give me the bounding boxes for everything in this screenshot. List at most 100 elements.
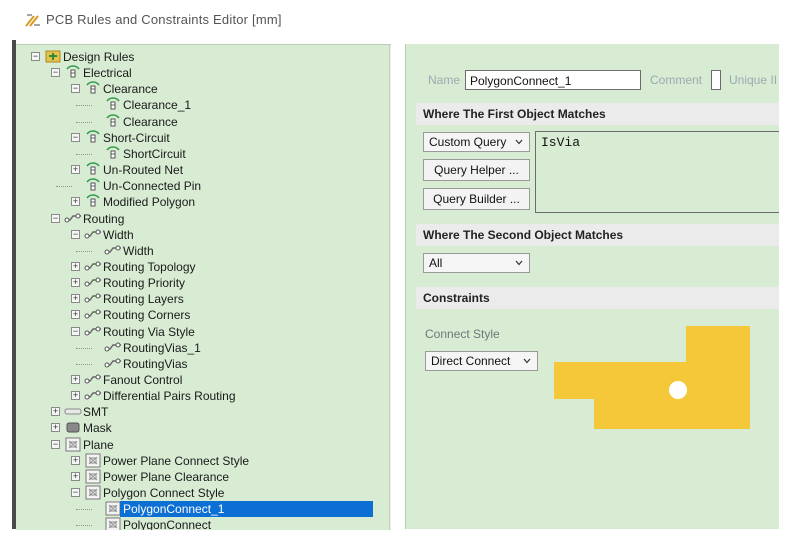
expand-icon[interactable]: + — [71, 294, 80, 304]
tree-item[interactable]: + Differential Pairs Routing — [16, 388, 373, 404]
tree-item[interactable]: Un-Connected Pin — [16, 178, 373, 194]
routing-icon — [84, 277, 101, 287]
expand-icon[interactable]: + — [71, 197, 80, 207]
rule-icon — [86, 194, 100, 207]
rule-icon — [86, 81, 100, 94]
tree-item-label: Un-Connected Pin — [103, 179, 202, 194]
expand-icon[interactable]: + — [71, 375, 80, 384]
expand-icon[interactable]: + — [71, 310, 80, 320]
tree-item[interactable]: − Short-Circuit — [16, 129, 373, 146]
second-object-combo[interactable]: All — [423, 253, 530, 273]
tree-connector — [76, 509, 92, 511]
rule-icon — [86, 178, 100, 191]
tree-item-label: Differential Pairs Routing — [103, 389, 236, 404]
tree-item[interactable]: − Polygon Connect Style — [16, 485, 373, 501]
tree-item[interactable]: RoutingVias_1 — [16, 340, 373, 356]
tree-item-label: Routing Via Style — [103, 324, 195, 339]
connect-style-combo[interactable]: Direct Connect — [425, 351, 538, 371]
tree-item[interactable]: RoutingVias — [16, 356, 373, 372]
comment-input[interactable] — [711, 70, 721, 90]
tree-item[interactable]: + SMT — [16, 404, 373, 420]
tree-item[interactable]: − Electrical — [16, 65, 373, 81]
collapse-icon[interactable]: − — [71, 326, 80, 336]
tree-item[interactable]: + Routing Priority — [16, 275, 373, 291]
tree-item[interactable]: − Width — [16, 227, 373, 243]
tree-item[interactable]: − Routing — [16, 211, 373, 227]
routing-icon — [104, 342, 121, 352]
rule-icon — [106, 146, 120, 159]
name-label: Name — [428, 73, 461, 87]
collapse-icon[interactable]: − — [51, 68, 60, 78]
tree-connector — [76, 153, 92, 155]
second-object-header: Where The Second Object Matches — [416, 224, 779, 246]
panel-splitter[interactable] — [391, 44, 405, 529]
query-helper-button[interactable]: Query Helper ... — [423, 159, 530, 181]
tree-item[interactable]: Width — [16, 243, 373, 259]
tree-item[interactable]: + Routing Layers — [16, 291, 373, 307]
tree-item-label: Modified Polygon — [103, 195, 196, 210]
collapse-icon[interactable]: − — [71, 488, 80, 498]
tree-item[interactable]: Clearance — [16, 113, 373, 130]
tree-item[interactable]: − Clearance — [16, 81, 373, 97]
expand-icon[interactable]: + — [51, 423, 60, 433]
tree-connector — [76, 525, 92, 527]
comment-label: Comment — [650, 73, 703, 87]
collapse-icon[interactable]: − — [71, 132, 80, 142]
expand-icon[interactable]: + — [71, 455, 80, 465]
tree-item[interactable]: − Design Rules — [16, 49, 373, 65]
rule-icon — [106, 113, 120, 127]
tree-item[interactable]: Clearance_1 — [16, 97, 373, 113]
rule-name-input[interactable]: PolygonConnect_1 — [465, 70, 641, 90]
collapse-icon[interactable]: − — [51, 213, 60, 223]
tree-item[interactable]: + Fanout Control — [16, 372, 373, 388]
tree-item-label: Routing — [83, 211, 125, 226]
tree-item-label: Electrical — [83, 66, 132, 81]
tree-connector — [76, 363, 92, 365]
tree-item[interactable]: + Routing Topology — [16, 259, 373, 275]
rules-tree-panel[interactable]: − Design Rules − Electrical − Clearance Cleara… — [16, 44, 391, 530]
connect-style-label: Connect Style — [425, 327, 500, 341]
routing-icon — [84, 309, 101, 319]
query-builder-button[interactable]: Query Builder ... — [423, 188, 530, 210]
expand-icon[interactable]: + — [71, 391, 80, 401]
collapse-icon[interactable]: − — [31, 52, 40, 61]
tree-item[interactable]: + Routing Corners — [16, 307, 373, 323]
tree-item[interactable]: PolygonConnect_1 — [16, 501, 373, 518]
query-editor[interactable]: IsVia — [535, 131, 779, 213]
polygon-shape — [554, 326, 750, 429]
expand-icon[interactable]: + — [71, 278, 80, 288]
tree-item-label: Routing Topology — [103, 259, 196, 274]
routing-icon — [84, 326, 101, 336]
tree-item[interactable]: + Modified Polygon — [16, 194, 373, 210]
rule-icon — [106, 97, 120, 110]
first-object-combo[interactable]: Custom Query — [423, 132, 530, 152]
collapse-icon[interactable]: − — [71, 229, 80, 239]
tree-item[interactable]: + Un-Routed Net — [16, 162, 373, 178]
tree-item-label: Clearance_1 — [123, 98, 192, 113]
chevron-down-icon — [515, 260, 523, 266]
expand-icon[interactable]: + — [71, 471, 80, 481]
tree-item[interactable]: + Power Plane Connect Style — [16, 453, 373, 469]
query-text: IsVia — [541, 135, 581, 150]
plane-icon — [85, 469, 101, 484]
tree-item-label: Design Rules — [63, 50, 135, 64]
tree-item[interactable]: PolygonConnect — [16, 517, 373, 530]
expand-icon[interactable]: + — [71, 165, 80, 175]
tree-item-label: Power Plane Clearance — [103, 469, 230, 484]
expand-icon[interactable]: + — [71, 261, 80, 271]
collapse-icon[interactable]: − — [51, 439, 60, 449]
tree-item[interactable]: + Mask — [16, 420, 373, 436]
tree-item-label: Routing Corners — [103, 308, 191, 323]
tree-item[interactable]: ShortCircuit — [16, 146, 373, 162]
tree-item[interactable]: − Routing Via Style — [16, 324, 373, 340]
routing-icon — [104, 245, 121, 255]
collapse-icon[interactable]: − — [71, 84, 80, 94]
tree-item-label: Un-Routed Net — [103, 163, 184, 178]
polygon-connect-preview — [554, 326, 750, 429]
tree-item[interactable]: − Plane — [16, 437, 373, 453]
tree-item[interactable]: + Power Plane Clearance — [16, 469, 373, 485]
rules-tree[interactable]: − Design Rules − Electrical − Clearance Cleara… — [16, 45, 373, 530]
expand-icon[interactable]: + — [51, 407, 60, 417]
unique-id-label: Unique II — [729, 73, 778, 87]
window-title: PCB Rules and Constraints Editor [mm] — [46, 12, 282, 27]
